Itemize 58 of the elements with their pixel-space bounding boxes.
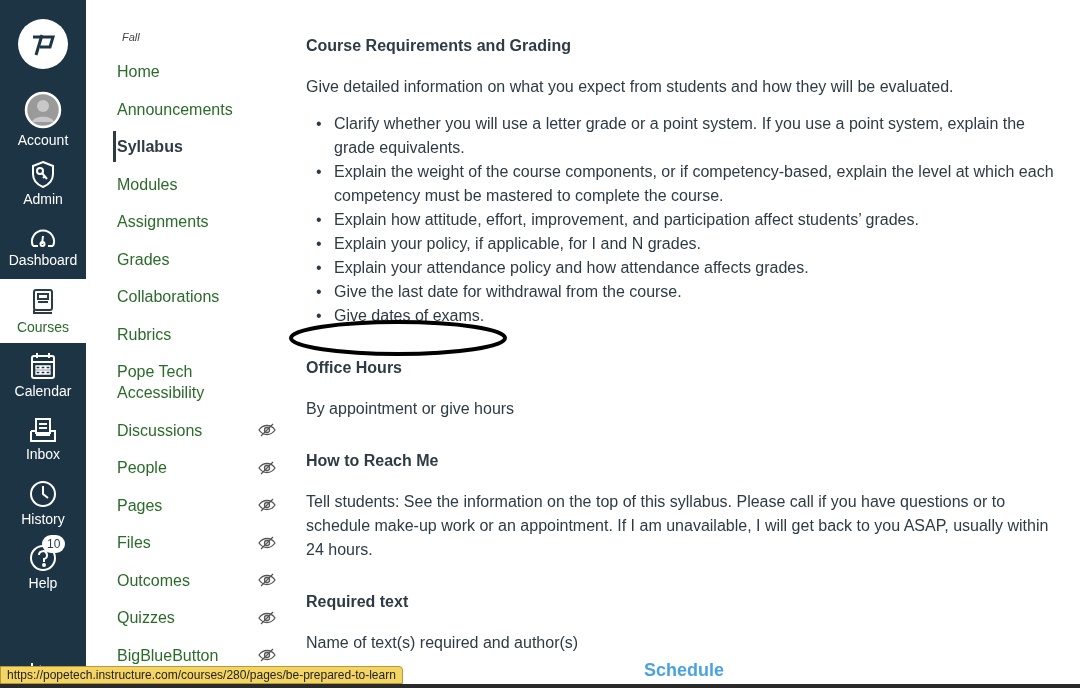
course-nav-link[interactable]: Outcomes xyxy=(117,569,190,591)
course-nav-link[interactable]: Modules xyxy=(117,173,178,195)
calendar-icon xyxy=(30,351,56,380)
bullet-marker: • xyxy=(315,258,323,278)
notification-badge: 10 xyxy=(42,535,66,553)
paragraph: Tell students: See the information on the top of this syllabus. Please call if you have questions or to schedule make-up work or an appointment. If I am unavailable, I will get back to you ASAP, usually within 24 hours. xyxy=(306,492,1050,560)
bullet-marker: • xyxy=(315,162,323,182)
list-item: Explain how attitude, effort, improvement, and participation affect students’ grades. xyxy=(334,210,919,230)
section-heading: Required text xyxy=(306,592,410,612)
gauge-icon xyxy=(29,226,57,249)
nav-link[interactable]: Courses xyxy=(0,279,86,343)
book-icon xyxy=(31,287,55,316)
course-nav-link[interactable]: Pope Tech Accessibility xyxy=(117,361,257,403)
url-tooltip: https://popetech.instructure.com/courses/280/pages/be-prepared-to-learn xyxy=(0,666,403,684)
nav-link[interactable]: Inbox xyxy=(0,407,86,471)
bullet-marker: • xyxy=(315,114,323,134)
inbox-icon xyxy=(29,416,57,443)
section-heading: Office Hours xyxy=(306,358,403,378)
course-nav-link[interactable]: Home xyxy=(117,61,160,82)
paragraph: Give detailed information on what you expect from students and how they will be evaluated. xyxy=(306,77,955,97)
course-nav-link[interactable]: Pages xyxy=(117,494,163,516)
course-nav-link[interactable]: Assignments xyxy=(117,211,209,232)
course-nav-link[interactable]: People xyxy=(117,457,167,478)
list-item: Explain your attendance policy and how attendance affects grades. xyxy=(334,258,809,278)
course-nav-link[interactable]: Grades xyxy=(117,248,170,270)
bullet-marker: • xyxy=(315,210,323,230)
shield-icon xyxy=(30,159,56,188)
term-label: Fall xyxy=(122,31,140,43)
course-nav-link[interactable]: Announcements xyxy=(117,98,233,120)
course-nav-link[interactable]: Quizzes xyxy=(117,607,175,628)
course-nav-link[interactable]: BigBlueButton xyxy=(117,644,219,666)
course-nav-link[interactable]: Files xyxy=(117,532,151,553)
nav-link[interactable]: Help 10 xyxy=(0,535,86,599)
paragraph: Name of text(s) required and author(s) xyxy=(306,633,580,653)
course-nav-link[interactable]: Rubrics xyxy=(117,323,172,345)
bullet-marker: • xyxy=(315,306,323,326)
bullet-marker: • xyxy=(315,282,323,302)
section-heading: How to Reach Me xyxy=(306,451,440,471)
nav-link[interactable]: Account xyxy=(0,87,86,151)
list-item: Give dates of exams. xyxy=(334,306,485,326)
bullet-marker: • xyxy=(315,234,323,254)
section-heading: Schedule xyxy=(644,659,725,681)
avatar-icon xyxy=(24,90,62,129)
list-item: Give the last date for withdrawal from the course. xyxy=(334,282,682,302)
clock-icon xyxy=(29,479,57,508)
nav-link[interactable]: Calendar xyxy=(0,343,86,407)
logo-icon[interactable] xyxy=(18,19,68,69)
course-nav-link[interactable]: Collaborations xyxy=(117,286,220,307)
nav-link[interactable]: Dashboard xyxy=(0,215,86,279)
list-item: Clarify whether you will use a letter grade or a point system. If you use a point system, explain the grade equivalents. xyxy=(334,114,1026,158)
list-item: Explain your policy, if applicable, for I and N grades. xyxy=(334,234,701,254)
course-nav-link[interactable]: Discussions xyxy=(117,419,203,441)
course-nav-link[interactable]: Syllabus xyxy=(117,136,183,157)
nav-link[interactable]: Admin xyxy=(0,151,86,215)
list-item: Explain the weight of the course components, or if competency-based, explain the level at which each competency must be mastered to complete the course. xyxy=(334,162,1055,206)
section-heading: Course Requirements and Grading xyxy=(306,36,572,56)
nav-link[interactable]: History xyxy=(0,471,86,535)
paragraph: By appointment or give hours xyxy=(306,399,516,419)
